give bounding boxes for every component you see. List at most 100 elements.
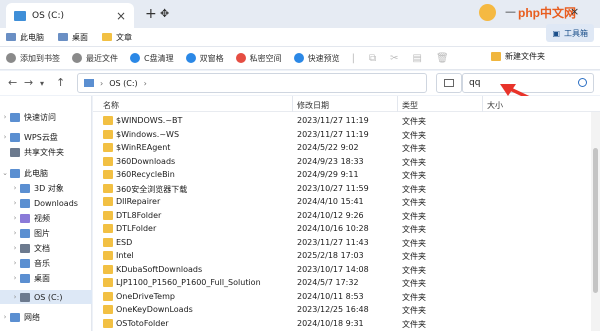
- fav-item-desktop[interactable]: 桌面: [58, 32, 88, 43]
- avatar[interactable]: [479, 4, 496, 21]
- file-name: 360RecycleBin: [116, 170, 175, 179]
- view-options-button[interactable]: [436, 73, 462, 93]
- toolbox-button[interactable]: ▣ 工具箱: [546, 24, 594, 42]
- table-row[interactable]: $WinREAgent 2024/5/22 9:02 文件夹: [93, 141, 583, 154]
- file-date: 2023/10/27 11:59: [297, 183, 369, 193]
- tab-os-c[interactable]: OS (C:) ×: [6, 3, 134, 28]
- table-row[interactable]: DTL8Folder 2024/10/12 9:26 文件夹: [93, 209, 583, 222]
- table-row[interactable]: 360安全浏览器下载 2023/10/27 11:59 文件夹: [93, 182, 583, 195]
- table-row[interactable]: KDubaSoftDownloads 2023/10/17 14:08 文件夹: [93, 263, 583, 276]
- lock-icon: [235, 53, 246, 63]
- file-date: 2023/11/27 11:19: [297, 116, 369, 125]
- file-type: 文件夹: [402, 238, 426, 248]
- back-arrow-icon[interactable]: ←: [8, 76, 17, 89]
- sidebar-item-documents[interactable]: › 文档: [0, 241, 92, 255]
- expand-icon[interactable]: ›: [10, 199, 20, 207]
- file-date: 2023/11/27 11:43: [297, 237, 369, 247]
- new-folder-button[interactable]: 新建文件夹: [491, 51, 545, 62]
- vertical-scrollbar[interactable]: [591, 112, 600, 331]
- sidebar-item-os-c[interactable]: › OS (C:): [0, 290, 92, 304]
- sidebar-item-downloads[interactable]: › Downloads: [0, 196, 92, 210]
- search-icon[interactable]: [578, 78, 587, 87]
- sidebar-item-label: Downloads: [34, 198, 78, 208]
- forward-arrow-icon[interactable]: →: [24, 76, 33, 89]
- expand-icon[interactable]: ›: [10, 214, 20, 222]
- new-tab-button[interactable]: +: [145, 6, 157, 22]
- delete-icon[interactable]: 🗑: [436, 53, 449, 64]
- column-header-size[interactable]: 大小: [487, 100, 503, 111]
- file-date: 2024/10/12 9:26: [297, 210, 364, 220]
- table-row[interactable]: DllRepairer 2024/4/10 15:41 文件夹: [93, 195, 583, 208]
- bookmark-button[interactable]: 添加到书签: [6, 53, 60, 64]
- file-name: OSTotoFolder: [116, 318, 169, 328]
- table-row[interactable]: Intel 2025/2/18 17:03 文件夹: [93, 249, 583, 262]
- sidebar-item-desktop[interactable]: › 桌面: [0, 271, 92, 285]
- file-type: 文件夹: [402, 252, 426, 261]
- table-row[interactable]: DTLFolder 2024/10/16 10:28 文件夹: [93, 222, 583, 235]
- toolbox-label: 工具箱: [564, 28, 588, 38]
- expand-icon[interactable]: ›: [10, 293, 20, 301]
- c-drive-clean-button[interactable]: C盘清理: [130, 53, 174, 64]
- paste-icon[interactable]: ▤: [413, 53, 422, 64]
- folder-icon: [103, 305, 113, 314]
- expand-icon[interactable]: ›: [10, 244, 20, 252]
- copy-icon[interactable]: ⧉: [369, 53, 376, 64]
- expand-icon[interactable]: ›: [0, 313, 10, 321]
- quick-preview-button[interactable]: 快速预览: [293, 53, 340, 64]
- sidebar-item-pictures[interactable]: › 图片: [0, 226, 92, 240]
- computer-icon: [6, 33, 16, 41]
- file-name: DTL8Folder: [116, 210, 162, 220]
- fav-label: 桌面: [72, 32, 88, 42]
- table-row[interactable]: OSTotoFolder 2024/10/18 9:31 文件夹: [93, 317, 583, 330]
- cut-icon[interactable]: ✂: [390, 53, 398, 64]
- address-separator: ›: [143, 78, 147, 88]
- expand-icon[interactable]: ›: [10, 259, 20, 267]
- table-row[interactable]: ESD 2023/11/27 11:43 文件夹: [93, 236, 583, 249]
- sidebar-item-wps-cloud[interactable]: › WPS云盘: [0, 130, 92, 144]
- divider[interactable]: [292, 96, 293, 112]
- close-window-button[interactable]: ×: [570, 5, 579, 18]
- recent-files-button[interactable]: 最近文件: [72, 53, 118, 64]
- expand-icon[interactable]: ›: [0, 113, 10, 121]
- table-row[interactable]: $WINDOWS.~BT 2023/11/27 11:19 文件夹: [93, 114, 583, 127]
- table-row[interactable]: OneKeyDownLoads 2023/12/25 16:48 文件夹: [93, 303, 583, 316]
- table-row[interactable]: LJP1100_P1560_P1600_Full_Solution 2024/5/…: [93, 276, 583, 289]
- file-date: 2023/10/17 14:08: [297, 264, 369, 274]
- collapse-icon[interactable]: ⌄: [0, 169, 10, 177]
- fav-item-computer[interactable]: 此电脑: [6, 32, 44, 43]
- tab-close-icon[interactable]: ×: [116, 9, 126, 23]
- dual-pane-button[interactable]: 双窗格: [185, 53, 224, 64]
- table-row[interactable]: $Windows.~WS 2023/11/27 11:19 文件夹: [93, 128, 583, 141]
- minimize-button[interactable]: —: [505, 5, 516, 18]
- divider[interactable]: [482, 96, 483, 112]
- sidebar-item-this-pc[interactable]: ⌄ 此电脑: [0, 166, 92, 180]
- sidebar-item-quick-access[interactable]: › 快速访问: [0, 110, 92, 124]
- sidebar-item-network[interactable]: › 网络: [0, 310, 92, 324]
- expand-icon[interactable]: ›: [10, 274, 20, 282]
- file-name: Intel: [116, 251, 134, 260]
- file-name: DllRepairer: [116, 197, 161, 206]
- table-row[interactable]: 360RecycleBin 2024/9/29 9:11 文件夹: [93, 168, 583, 181]
- file-name: 360安全浏览器下载: [116, 184, 188, 194]
- command-label: 快速预览: [307, 53, 340, 63]
- column-header-type[interactable]: 类型: [402, 100, 418, 111]
- sidebar-item-videos[interactable]: › 视频: [0, 211, 92, 225]
- address-input[interactable]: › OS (C:) ›: [77, 73, 427, 93]
- scrollbar-thumb[interactable]: [593, 148, 598, 293]
- table-row[interactable]: OneDriveTemp 2024/10/11 8:53 文件夹: [93, 290, 583, 303]
- fav-item-articles[interactable]: 文章: [102, 32, 132, 43]
- history-dropdown-icon[interactable]: ▾: [40, 79, 44, 88]
- divider[interactable]: [397, 96, 398, 112]
- sidebar-item-music[interactable]: › 音乐: [0, 256, 92, 270]
- sidebar-item-3d-objects[interactable]: › 3D 对象: [0, 181, 92, 195]
- expand-icon[interactable]: ›: [0, 133, 10, 141]
- expand-icon[interactable]: ›: [10, 184, 20, 192]
- up-arrow-icon[interactable]: ↑: [56, 76, 65, 89]
- pin-icon[interactable]: ✥: [160, 7, 169, 20]
- private-space-button[interactable]: 私密空间: [235, 53, 282, 64]
- column-header-name[interactable]: 名称: [103, 100, 119, 111]
- expand-icon[interactable]: ›: [10, 229, 20, 237]
- column-header-date[interactable]: 修改日期: [297, 100, 329, 111]
- table-row[interactable]: 360Downloads 2024/9/23 18:33 文件夹: [93, 155, 583, 168]
- sidebar-item-shared-folder[interactable]: 共享文件夹: [0, 145, 92, 159]
